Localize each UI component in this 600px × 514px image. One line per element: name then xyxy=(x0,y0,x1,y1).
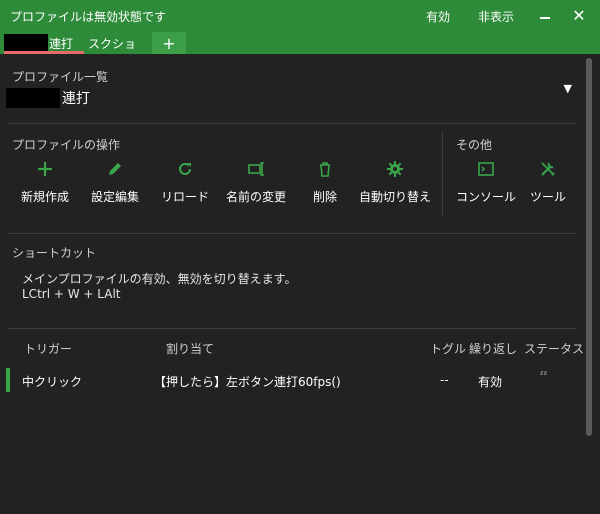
rename-button[interactable]: 名前の変更 xyxy=(226,160,286,205)
gear-icon xyxy=(387,161,403,177)
scrollbar-track[interactable] xyxy=(586,58,592,436)
edit-settings-label: 設定編集 xyxy=(90,190,139,204)
new-profile-button[interactable]: 新規作成 xyxy=(20,160,70,205)
sleep-icon: ᶻᶻ xyxy=(540,370,548,381)
console-button[interactable]: コンソール xyxy=(456,160,516,205)
header-trigger[interactable]: トリガー xyxy=(24,340,72,357)
divider xyxy=(8,233,576,234)
console-icon xyxy=(478,162,494,176)
profile-selector[interactable]: 連打 xyxy=(6,88,90,108)
rename-icon xyxy=(248,162,264,176)
cell-trigger: 中クリック xyxy=(22,375,83,389)
cell-repeat: 有効 xyxy=(478,375,503,389)
shortcut-label: ショートカット xyxy=(12,246,97,260)
shortcut-keys: LCtrl + W + LAlt xyxy=(22,287,121,301)
minimize-icon xyxy=(540,17,550,19)
edit-settings-button[interactable]: 設定編集 xyxy=(90,160,140,205)
tab-label: 連打 xyxy=(49,36,74,51)
reload-button[interactable]: リロード xyxy=(161,160,209,205)
trash-icon xyxy=(320,162,330,177)
cell-assignment: 【押したら】左ボタン連打60fps() xyxy=(154,375,341,389)
tab-screenshot[interactable]: スクショ xyxy=(84,32,150,54)
add-tab-button[interactable]: + xyxy=(152,32,186,54)
header-repeat[interactable]: 繰り返し xyxy=(469,340,517,357)
reload-label: リロード xyxy=(161,190,210,204)
reload-icon xyxy=(179,162,191,175)
auto-switch-label: 自動切り替え xyxy=(359,190,432,204)
console-label: コンソール xyxy=(456,190,517,204)
title-bar: プロファイルは無効状態です 有効 非表示 ✕ xyxy=(0,0,600,32)
delete-label: 削除 xyxy=(312,190,337,204)
selected-profile-name: 連打 xyxy=(62,91,90,107)
shortcut-description: メインプロファイルの有効、無効を切り替えます。 LCtrl + W + LAlt xyxy=(22,272,296,302)
dropdown-arrow-icon[interactable]: ▼ xyxy=(564,82,572,95)
window-title: プロファイルは無効状態です xyxy=(10,9,167,24)
close-button[interactable]: ✕ xyxy=(562,0,596,32)
auto-switch-button[interactable]: 自動切り替え xyxy=(359,160,432,205)
hide-button[interactable]: 非表示 xyxy=(478,8,514,25)
plus-icon xyxy=(38,162,52,176)
cell-toggle: -- xyxy=(440,373,449,387)
new-profile-label: 新規作成 xyxy=(20,190,69,204)
delete-button[interactable]: 削除 xyxy=(312,160,338,205)
shortcut-description-text: メインプロファイルの有効、無効を切り替えます。 xyxy=(22,272,297,286)
rename-label: 名前の変更 xyxy=(226,190,287,204)
tools-label: ツール xyxy=(530,190,567,204)
row-indicator xyxy=(6,368,10,392)
redacted-block xyxy=(6,88,60,108)
redacted-block xyxy=(4,34,48,52)
plus-icon: + xyxy=(162,33,176,53)
enable-button[interactable]: 有効 xyxy=(426,8,450,25)
tools-button[interactable]: ツール xyxy=(530,160,567,205)
operations-label: プロファイルの操作 xyxy=(12,138,121,152)
header-assignment[interactable]: 割り当て xyxy=(166,340,214,357)
header-status[interactable]: ステータス xyxy=(524,340,584,357)
pencil-icon xyxy=(109,163,121,175)
scrollbar-thumb[interactable] xyxy=(586,58,592,436)
tab-renda[interactable]: 連打 xyxy=(4,32,84,54)
divider xyxy=(8,123,576,124)
section-divider xyxy=(442,132,443,216)
minimize-button[interactable] xyxy=(528,0,562,32)
tools-icon xyxy=(541,162,555,176)
table-row[interactable]: 中クリック 【押したら】左ボタン連打60fps() -- 有効 ᶻᶻ xyxy=(6,366,578,394)
header-toggle[interactable]: トグル xyxy=(430,340,466,357)
tab-label: スクショ xyxy=(88,36,137,51)
tab-bar: 連打 スクショ + xyxy=(0,32,600,54)
close-icon: ✕ xyxy=(572,6,586,25)
active-tab-indicator xyxy=(4,51,84,54)
divider xyxy=(8,328,576,329)
others-label: その他 xyxy=(456,138,493,152)
profile-list-label: プロファイル一覧 xyxy=(12,70,109,84)
